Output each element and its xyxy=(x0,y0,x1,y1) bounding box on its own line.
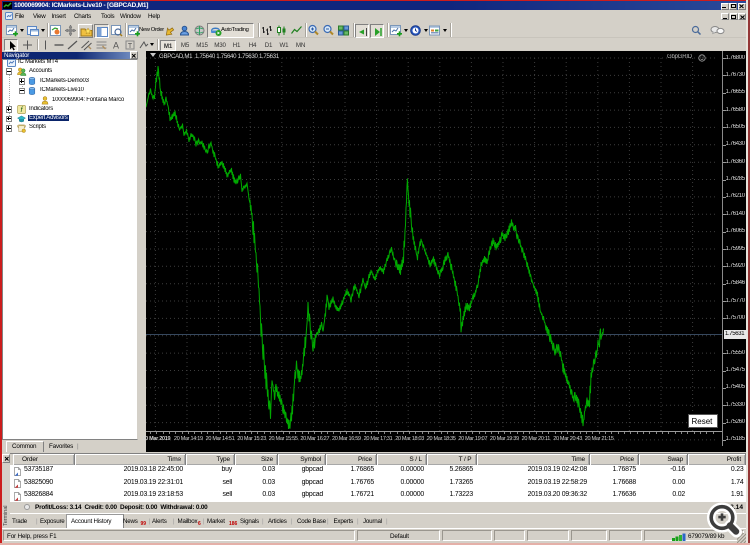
svg-text:A: A xyxy=(113,41,119,51)
svg-text:T: T xyxy=(128,43,133,50)
